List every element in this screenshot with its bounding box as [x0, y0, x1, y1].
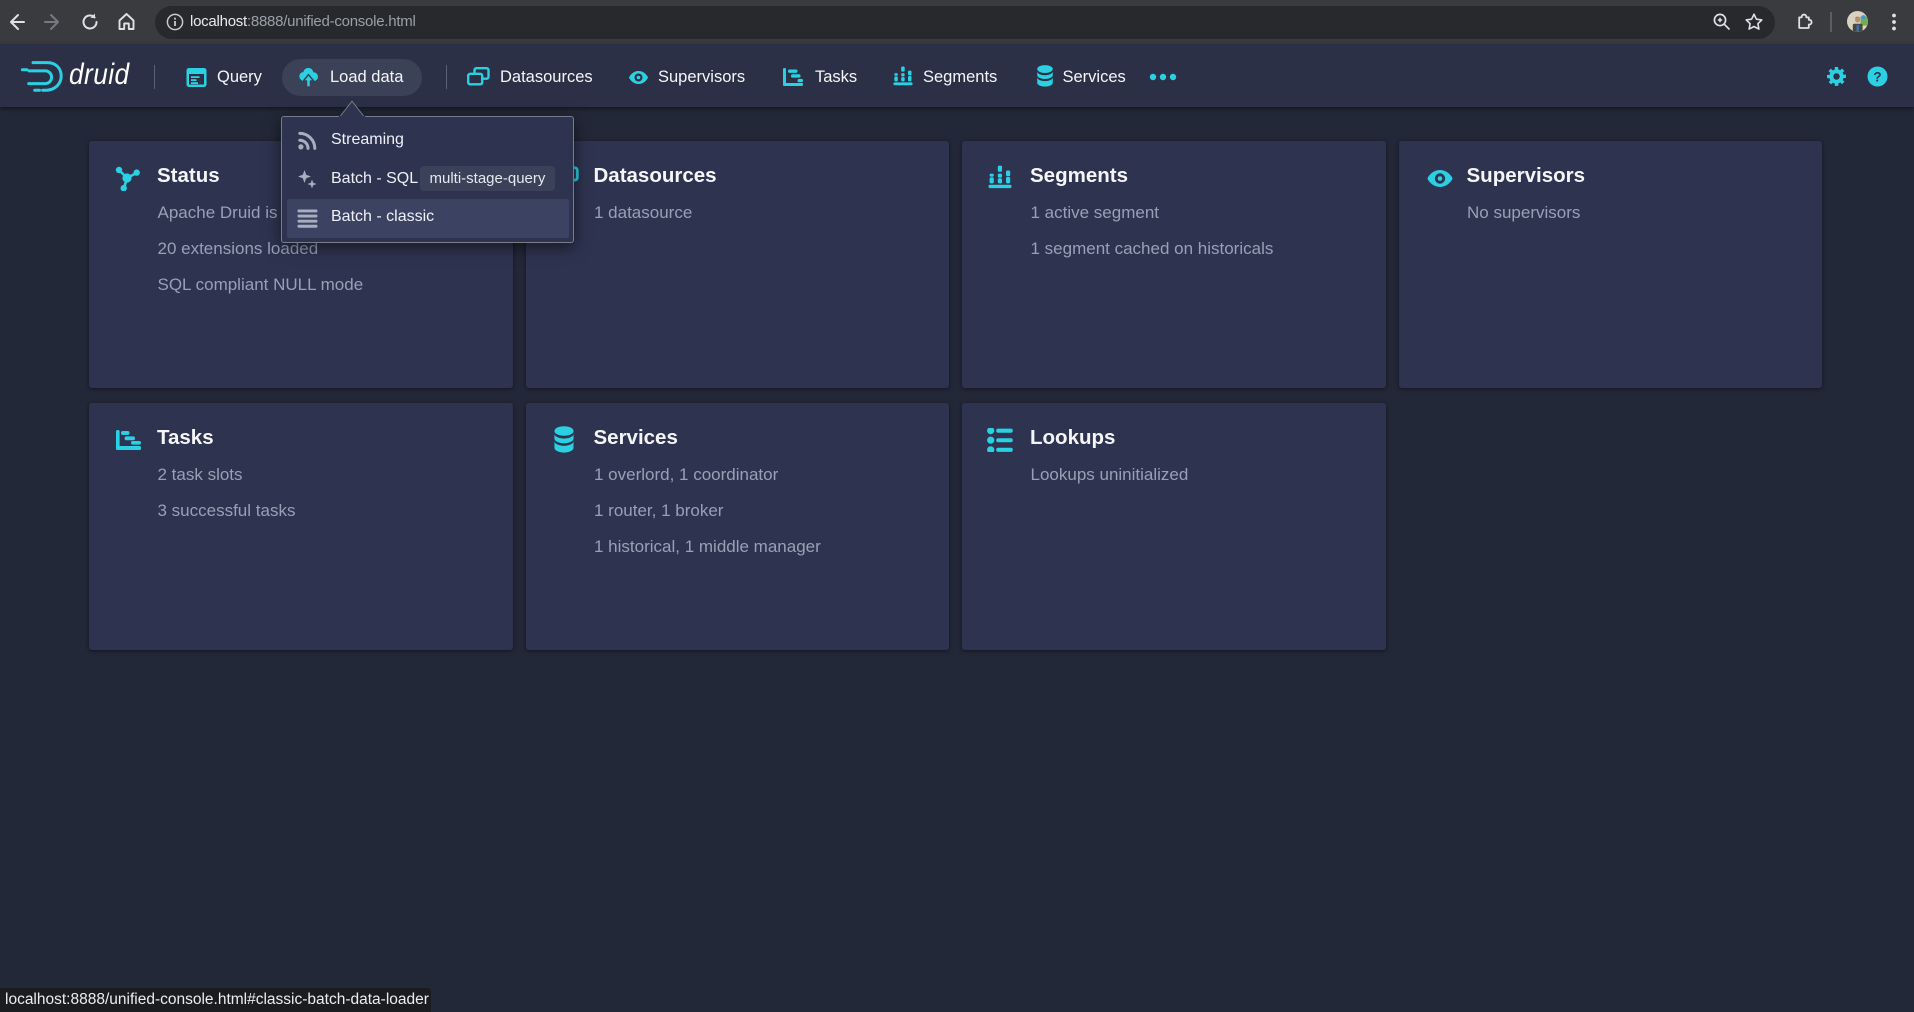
svg-text:?: ? — [1873, 69, 1881, 84]
